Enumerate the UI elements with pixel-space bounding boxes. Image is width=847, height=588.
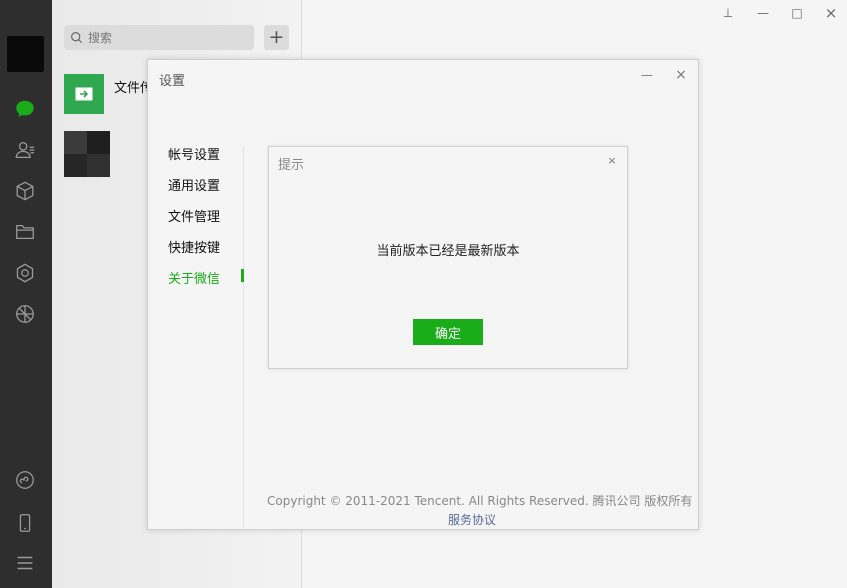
prompt-close-button[interactable]: × — [604, 152, 620, 168]
minimize-button[interactable]: — — [752, 4, 774, 22]
nav-shortcuts[interactable]: 快捷按键 — [168, 237, 220, 268]
channels-icon[interactable] — [12, 301, 38, 327]
chat-icon[interactable] — [12, 96, 38, 122]
service-agreement-link[interactable]: 服务协议 — [448, 511, 496, 528]
search-input[interactable] — [88, 30, 238, 45]
search-icon — [71, 32, 83, 44]
nav-divider — [243, 146, 244, 530]
nav-general-settings[interactable]: 通用设置 — [168, 175, 220, 206]
settings-title: 设置 — [159, 74, 186, 89]
phone-icon[interactable] — [12, 510, 38, 536]
favorites-cube-icon[interactable] — [12, 178, 38, 204]
nav-active-indicator — [241, 269, 244, 282]
file-transfer-icon[interactable] — [64, 74, 104, 114]
settings-minimize-button[interactable]: — — [638, 66, 656, 84]
maximize-button[interactable]: □ — [786, 4, 808, 22]
mini-program-icon[interactable] — [12, 467, 38, 493]
confirm-button[interactable]: 确定 — [413, 319, 483, 345]
pin-icon[interactable]: ⊥ — [717, 4, 739, 22]
search-box[interactable] — [64, 25, 254, 50]
nav-file-management[interactable]: 文件管理 — [168, 206, 220, 237]
avatar[interactable] — [7, 36, 44, 72]
chat-avatar-blurred[interactable] — [64, 131, 110, 177]
prompt-title: 提示 — [278, 158, 305, 173]
close-button[interactable]: × — [820, 4, 842, 22]
copyright-text: Copyright © 2011-2021 Tencent. All Right… — [267, 494, 693, 508]
nav-about-wechat[interactable]: 关于微信 — [168, 268, 220, 299]
settings-nav: 帐号设置 通用设置 文件管理 快捷按键 关于微信 — [168, 144, 220, 299]
moments-icon[interactable] — [12, 260, 38, 286]
sidebar — [0, 0, 52, 588]
prompt-message: 当前版本已经是最新版本 — [376, 244, 520, 259]
prompt-dialog: 提示 × 当前版本已经是最新版本 确定 — [268, 146, 628, 369]
add-button[interactable]: + — [264, 25, 289, 50]
folder-icon[interactable] — [12, 219, 38, 245]
menu-icon[interactable] — [12, 550, 38, 576]
settings-close-button[interactable]: × — [672, 66, 690, 84]
contacts-icon[interactable] — [12, 137, 38, 163]
nav-account-settings[interactable]: 帐号设置 — [168, 144, 220, 175]
